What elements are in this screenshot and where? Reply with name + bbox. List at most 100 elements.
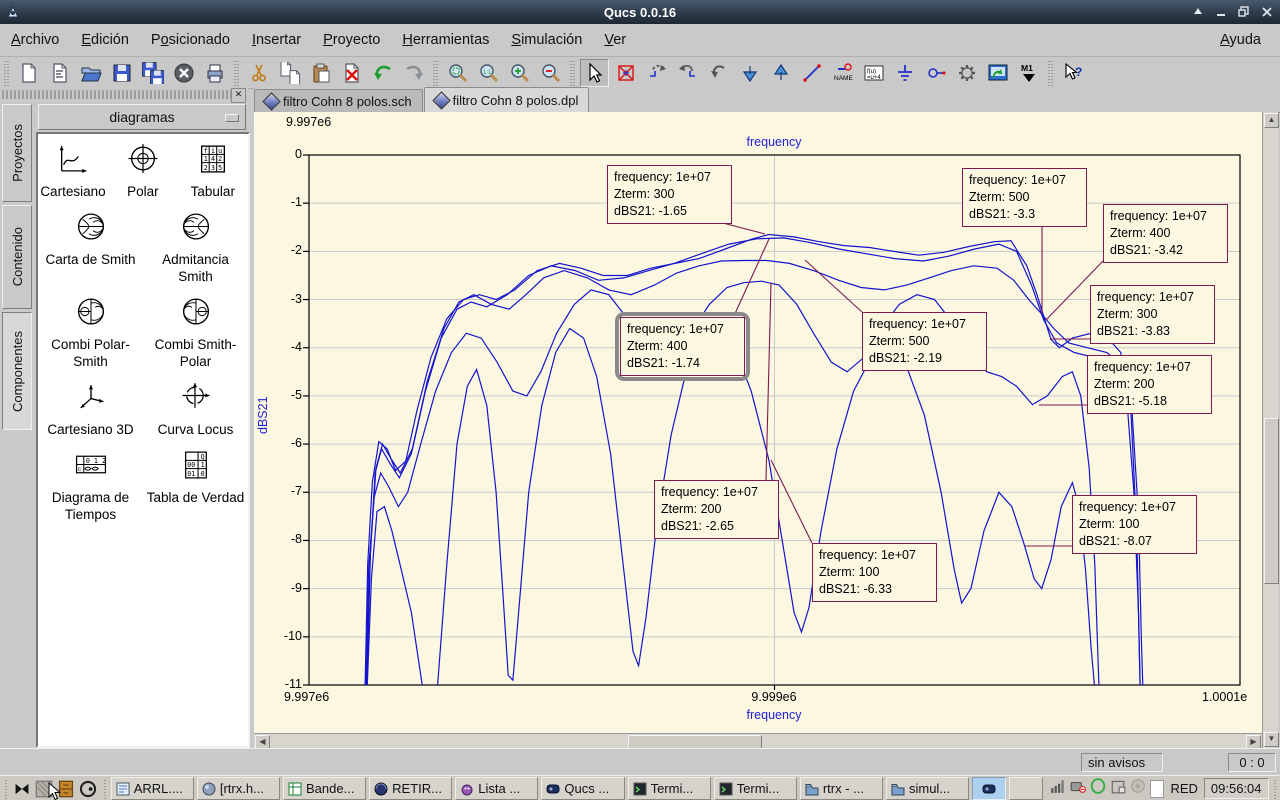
taskbar-handle[interactable] — [1272, 779, 1277, 799]
rotate-right-button[interactable] — [673, 59, 702, 87]
diagram-item-timing-diagram[interactable]: 0 1 2cDiagrama de Tiempos — [38, 448, 143, 523]
equation-button[interactable]: f(u)=u+4 — [859, 59, 888, 87]
launcher-xkill-icon[interactable] — [11, 778, 33, 800]
save-button[interactable] — [107, 59, 136, 87]
taskbar-window-button[interactable]: Termi... — [714, 777, 797, 800]
taskbar-active-window-button[interactable] — [972, 777, 1006, 800]
taskbar-handle[interactable] — [102, 779, 107, 799]
schematic-canvas[interactable]: 9.997e6 frequency dBS21 0-1-2-3-4-5-6-7-… — [254, 112, 1262, 733]
marker-box[interactable]: frequency: 1e+07Zterm: 500dBS21: -3.3 — [962, 168, 1087, 227]
rotate-left-button[interactable] — [642, 59, 671, 87]
taskbar-window-button[interactable]: RETIR... — [369, 777, 452, 800]
minimize-button[interactable] — [1211, 3, 1230, 20]
marker-button[interactable]: M1 — [1014, 59, 1043, 87]
marker-box[interactable]: frequency: 1e+07Zterm: 400dBS21: -1.74 — [620, 317, 745, 376]
dock-drag-handle[interactable] — [2, 90, 232, 99]
menu-item-simulación[interactable]: Simulación — [500, 27, 593, 53]
taskbar-window-button[interactable]: Qucs ... — [541, 777, 624, 800]
taskbar-window-button[interactable]: simul... — [886, 777, 969, 800]
menu-item-insertar[interactable]: Insertar — [241, 27, 312, 53]
document-tab[interactable]: filtro Cohn 8 polos.sch — [254, 89, 423, 112]
zoom-1-1-button[interactable]: 1:1 — [474, 59, 503, 87]
diagram-item-polar[interactable]: Polar — [108, 142, 178, 200]
toolbar-group-handle[interactable] — [233, 60, 240, 86]
diagram-item-smith[interactable]: Carta de Smith — [38, 210, 143, 285]
close-button[interactable] — [169, 59, 198, 87]
redo-button[interactable] — [399, 59, 428, 87]
disc-gray-icon[interactable] — [1130, 778, 1146, 799]
diagram-item-curve-locus[interactable]: Curva Locus — [143, 380, 248, 438]
diagram-item-cartesian-3d[interactable]: Cartesiano 3D — [38, 380, 143, 438]
help-pointer-button[interactable]: ? — [1058, 59, 1087, 87]
toolbar-group-handle[interactable] — [1047, 60, 1054, 86]
marker-box[interactable]: frequency: 1e+07Zterm: 100dBS21: -8.07 — [1072, 495, 1197, 554]
marker-box[interactable]: frequency: 1e+07Zterm: 300dBS21: -1.65 — [607, 165, 732, 224]
diagram-item-smith-adm[interactable]: Admitancia Smith — [143, 210, 248, 285]
signal-bars-icon[interactable] — [1050, 778, 1066, 799]
new-text-button[interactable] — [45, 59, 74, 87]
green-oval-icon[interactable] — [1090, 778, 1106, 799]
wire-button[interactable] — [797, 59, 826, 87]
port-button[interactable] — [921, 59, 950, 87]
tray-white-swatch[interactable] — [1150, 780, 1165, 798]
scroll-up-icon[interactable]: ▲ — [1264, 113, 1279, 128]
taskbar-window-button[interactable]: Termi... — [628, 777, 711, 800]
diagram-item-combi-sp[interactable]: Combi Smith-Polar — [143, 295, 248, 370]
save-all-button[interactable] — [138, 59, 167, 87]
dock-close-icon[interactable]: ✕ — [231, 88, 246, 103]
toolbar-group-handle[interactable] — [432, 60, 439, 86]
diagram-item-cartesian[interactable]: Cartesiano — [38, 142, 108, 200]
package-icon[interactable] — [1110, 778, 1126, 799]
marker-box[interactable]: frequency: 1e+07Zterm: 100dBS21: -6.33 — [812, 543, 937, 602]
document-tab[interactable]: filtro Cohn 8 polos.dpl — [424, 87, 590, 112]
simulate-button[interactable] — [952, 59, 981, 87]
ground-button[interactable] — [890, 59, 919, 87]
menu-item-edición[interactable]: Edición — [70, 27, 140, 53]
diagram-item-tabular[interactable]: fiu142235Tabular — [178, 142, 248, 200]
scroll-down-icon[interactable]: ▼ — [1264, 732, 1279, 747]
menu-item-posicionado[interactable]: Posicionado — [140, 27, 241, 53]
wire-label-button[interactable]: NAME — [828, 59, 857, 87]
zoom-out-button[interactable] — [536, 59, 565, 87]
marker-box[interactable]: frequency: 1e+07Zterm: 400dBS21: -3.42 — [1103, 204, 1228, 263]
marker-box[interactable]: frequency: 1e+07Zterm: 300dBS21: -3.83 — [1090, 285, 1215, 344]
marker-box[interactable]: frequency: 1e+07Zterm: 500dBS21: -2.19 — [862, 312, 987, 371]
deactivate-button[interactable] — [611, 59, 640, 87]
mirror-horizontal-button[interactable] — [766, 59, 795, 87]
diagram-item-combi-ps[interactable]: Combi Polar-Smith — [38, 295, 143, 370]
taskbar-window-button[interactable]: [rtrx.h... — [197, 777, 280, 800]
new-button[interactable] — [14, 59, 43, 87]
mirror-vertical-button[interactable] — [735, 59, 764, 87]
sidebar-tab-componentes[interactable]: Componentes — [2, 312, 32, 430]
undo-button[interactable] — [368, 59, 397, 87]
taskbar-window-button[interactable]: Lista ... — [455, 777, 538, 800]
selected-marker-box[interactable]: frequency: 1e+07Zterm: 400dBS21: -1.74 — [615, 312, 750, 381]
open-button[interactable] — [76, 59, 105, 87]
taskbar-window-button[interactable]: Bande... — [283, 777, 366, 800]
sidebar-tab-contenido[interactable]: Contenido — [2, 205, 32, 309]
menu-item-archivo[interactable]: Archivo — [0, 27, 70, 53]
menu-item-proyecto[interactable]: Proyecto — [312, 27, 391, 53]
marker-box[interactable]: frequency: 1e+07Zterm: 200dBS21: -5.18 — [1087, 355, 1212, 414]
delete-button[interactable] — [337, 59, 366, 87]
paste-button[interactable] — [306, 59, 335, 87]
taskbar-empty-button[interactable] — [1009, 777, 1043, 800]
menu-item-ayuda[interactable]: Ayuda — [1209, 27, 1272, 53]
print-button[interactable] — [200, 59, 229, 87]
toolbar-group-handle[interactable] — [569, 60, 576, 86]
title-bar[interactable]: Qucs 0.0.16 — [0, 0, 1280, 24]
modem-disconnect-icon[interactable] — [1070, 778, 1086, 799]
launcher-xeyes-icon[interactable] — [77, 778, 99, 800]
maximize-button[interactable] — [1234, 3, 1253, 20]
horizontal-scrollbar[interactable]: ◀ ▶ — [254, 733, 1262, 749]
diagram-item-truth-table[interactable]: Q001010Tabla de Verdad — [143, 448, 248, 523]
vertical-scrollbar[interactable]: ▲ ▼ — [1262, 112, 1278, 748]
rotate-button[interactable] — [704, 59, 733, 87]
diagram-list[interactable]: CartesianoPolarfiu142235Tabular Carta de … — [36, 132, 250, 748]
close-button[interactable] — [1257, 3, 1276, 20]
shade-button[interactable] — [1188, 3, 1207, 20]
view-data-display-button[interactable] — [983, 59, 1012, 87]
zoom-in-button[interactable] — [505, 59, 534, 87]
taskbar-window-button[interactable]: ARRL.... — [111, 777, 194, 800]
cut-button[interactable] — [244, 59, 273, 87]
